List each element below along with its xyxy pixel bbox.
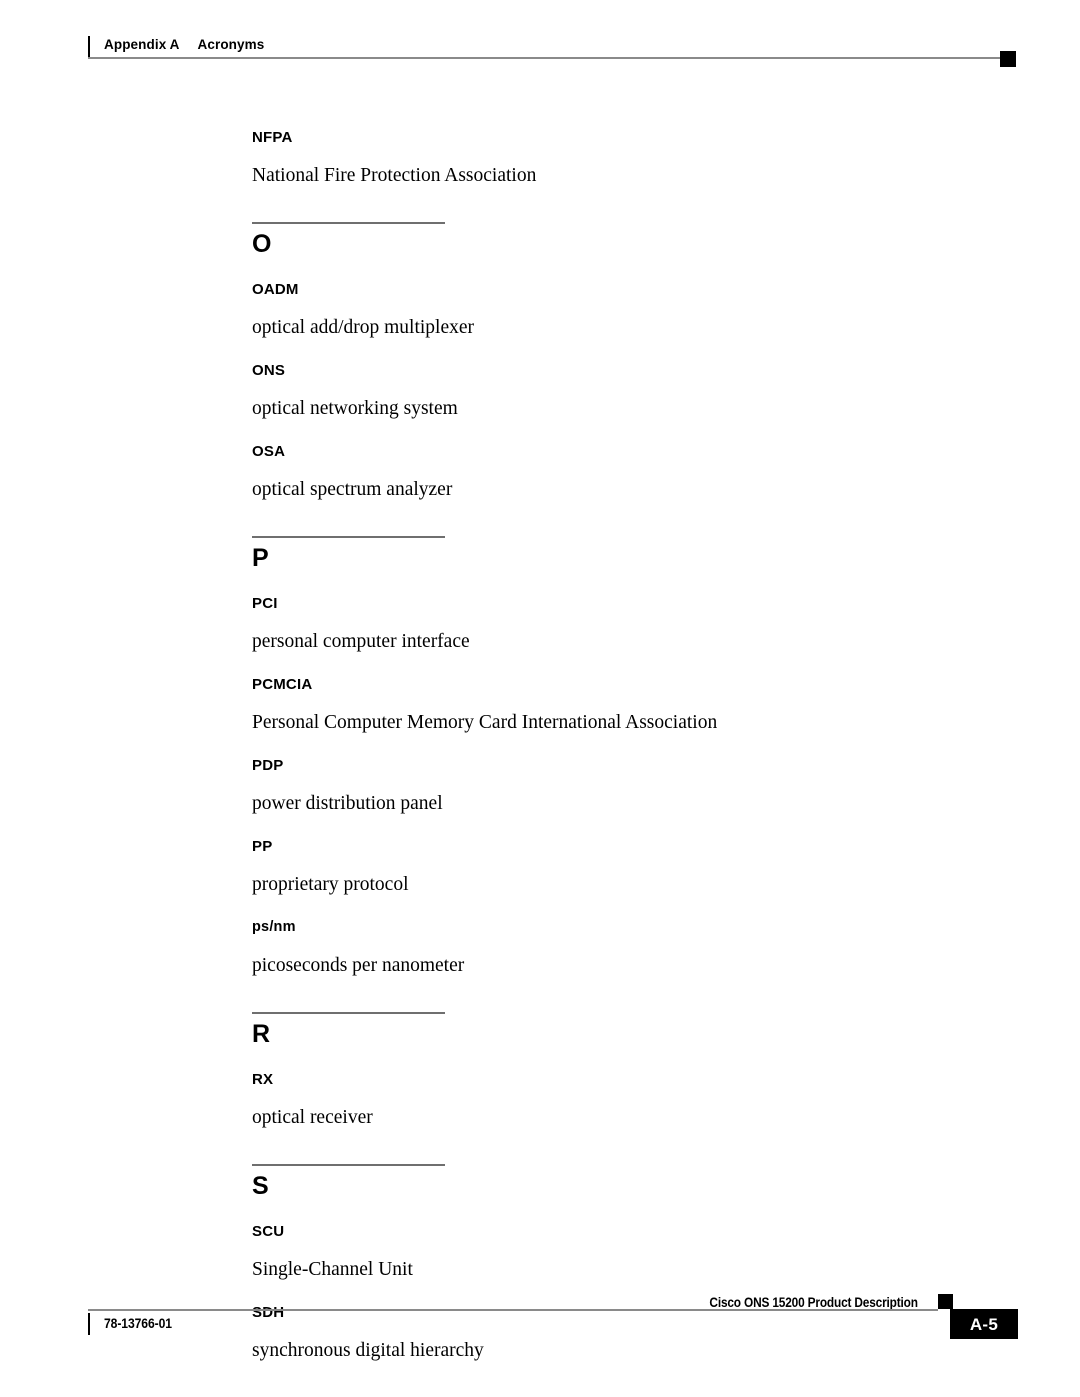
glossary-entry: PDP power distribution panel <box>252 756 1012 816</box>
glossary-entry: RX optical receiver <box>252 1070 1012 1130</box>
section-entries: PCI personal computer interface PCMCIA Pers… <box>252 594 1012 978</box>
acronym-term: ONS <box>252 362 286 379</box>
section-divider-rule <box>252 222 445 224</box>
acronym-term: SCU <box>252 1223 285 1240</box>
page-header: Appendix A Acronyms <box>0 0 1080 67</box>
acronym-term: OSA <box>252 443 286 460</box>
section-divider-rule <box>252 536 445 538</box>
footer-page-number: A-5 <box>969 1314 999 1334</box>
header-appendix-title: Acronyms <box>197 37 265 52</box>
section-letter-heading: S <box>252 1172 270 1200</box>
acronym-definition: optical add/drop multiplexer <box>252 317 475 338</box>
footer-document-number: 78-13766-01 <box>104 1316 172 1331</box>
header-breadcrumb: Appendix A Acronyms <box>104 36 264 53</box>
section-entries: OADM optical add/drop multiplexer ONS optic… <box>252 280 1012 502</box>
glossary-section: P PCI personal computer interface PCMCIA Per… <box>252 536 1012 978</box>
section-letter-heading: P <box>252 544 270 572</box>
acronym-term: PCI <box>252 595 278 612</box>
footer-left-tick-mark <box>88 1313 90 1335</box>
acronym-term: NFPA <box>252 129 293 146</box>
acronym-definition: National Fire Protection Association <box>252 165 537 186</box>
acronym-definition: optical receiver <box>252 1107 373 1128</box>
header-end-marker-square <box>1000 51 1016 67</box>
glossary-entry: PCMCIA Personal Computer Memory Card Inte… <box>252 675 1012 735</box>
acronym-entries-root: NFPA National Fire Protection Association… <box>252 128 1012 1363</box>
header-appendix-label: Appendix A <box>104 37 180 52</box>
glossary-entry: PP proprietary protocol <box>252 837 1012 897</box>
acronym-definition: Single-Channel Unit <box>252 1259 413 1280</box>
glossary-entry: ps/nm picoseconds per nanometer <box>252 918 1012 978</box>
header-left-tick-mark <box>88 36 90 57</box>
acronym-definition: optical spectrum analyzer <box>252 479 453 500</box>
section-letter-heading: O <box>252 230 272 258</box>
glossary-entry: OSA optical spectrum analyzer <box>252 442 1012 502</box>
acronym-definition: picoseconds per nanometer <box>252 955 465 976</box>
section-divider-rule <box>252 1164 445 1166</box>
section-divider-rule <box>252 1012 445 1014</box>
footer-end-marker-square <box>938 1294 953 1309</box>
acronym-term: PDP <box>252 757 284 774</box>
section-entries: RX optical receiver <box>252 1070 1012 1130</box>
section-letter-heading: R <box>252 1020 271 1048</box>
glossary-entry: ONS optical networking system <box>252 361 1012 421</box>
footer-page-number-box: A-5 <box>950 1309 1018 1339</box>
acronym-definition: Personal Computer Memory Card Internatio… <box>252 712 718 733</box>
acronym-definition: proprietary protocol <box>252 874 409 895</box>
glossary-entry: PCI personal computer interface <box>252 594 1012 654</box>
glossary-section: O OADM optical add/drop multiplexer ONS opti… <box>252 222 1012 502</box>
glossary-entry: NFPA National Fire Protection Association <box>252 128 1012 188</box>
acronym-definition: optical networking system <box>252 398 458 419</box>
glossary-entry: OADM optical add/drop multiplexer <box>252 280 1012 340</box>
acronym-definition: power distribution panel <box>252 793 443 814</box>
glossary-entry: SCU Single-Channel Unit <box>252 1222 1012 1282</box>
acronym-glossary-body: NFPA National Fire Protection Association… <box>252 128 1012 1363</box>
acronym-term: RX <box>252 1071 274 1088</box>
acronym-term: PCMCIA <box>252 676 313 693</box>
page-footer: Cisco ONS 15200 Product Description 78-1… <box>0 1287 1080 1397</box>
acronym-definition: personal computer interface <box>252 631 470 652</box>
footer-rule <box>88 1309 938 1311</box>
header-rule <box>88 57 1000 59</box>
glossary-section: R RX optical receiver <box>252 1012 1012 1130</box>
acronym-term: OADM <box>252 281 299 298</box>
acronym-term: ps/nm <box>252 919 296 935</box>
acronym-term: PP <box>252 838 273 855</box>
